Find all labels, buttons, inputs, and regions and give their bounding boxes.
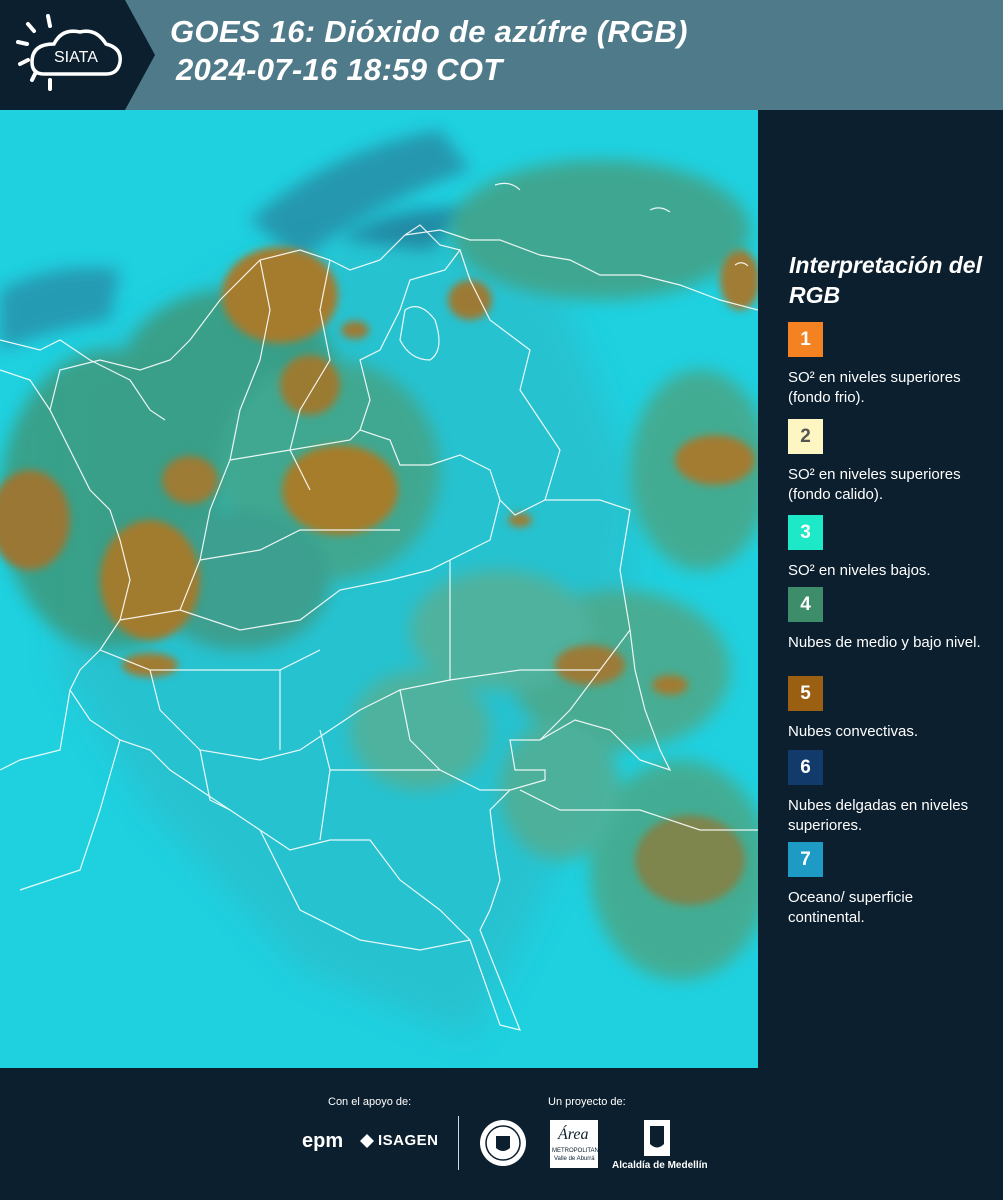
legend-swatch-2: 2 — [788, 419, 823, 454]
isagen-logo-icon — [360, 1134, 374, 1148]
legend-swatch-1: 1 — [788, 322, 823, 357]
legend-swatch-4: 4 — [788, 587, 823, 622]
footer-divider — [458, 1116, 459, 1170]
logo-arrow-shape — [125, 0, 155, 110]
legend-label-2: SO² en niveles superiores (fondo calido)… — [788, 466, 961, 503]
medellin-seal-icon — [478, 1118, 528, 1168]
siata-logo-block: SIATA — [0, 0, 125, 110]
area-logo-text: Área — [558, 1126, 589, 1143]
support-caption: Con el apoyo de: — [328, 1096, 412, 1108]
isagen-logo: ISAGEN — [378, 1132, 439, 1149]
siata-logo: SIATA — [16, 14, 122, 91]
legend-label-4: Nubes de medio y bajo nivel. — [788, 634, 981, 651]
legend-swatch-3: 3 — [788, 515, 823, 550]
legend-label-5: Nubes convectivas. — [788, 723, 919, 740]
page-timestamp: 2024-07-16 18:59 COT — [176, 52, 503, 87]
legend-swatch-6: 6 — [788, 750, 823, 785]
legend-title: Interpretación del RGB — [789, 252, 982, 308]
satellite-map — [0, 110, 758, 1068]
alcaldia-logo-text: Alcaldía de Medellín — [612, 1160, 708, 1171]
svg-text:SIATA: SIATA — [54, 49, 98, 66]
legend-label-6: Nubes delgadas en niveles superiores. — [788, 797, 969, 834]
footer-bar: Con el apoyo de: Un proyecto de: epm ISA… — [0, 1068, 1003, 1200]
legend-label-7: Oceano/ superficie continental. — [788, 889, 914, 926]
alcaldia-crest-icon — [642, 1118, 672, 1158]
area-metropolitana-logo: Área METROPOLITANA Valle de Aburrá — [550, 1120, 603, 1168]
legend-swatch-5: 5 — [788, 676, 823, 711]
header-bar: SIATA GOES 16: Dióxido de azúfre (RGB) 2… — [0, 0, 1003, 110]
area-logo-sub1: METROPOLITANA — [552, 1148, 603, 1154]
legend-panel: Interpretación del RGB 1 SO² en niveles … — [762, 110, 1003, 1068]
legend-label-3: SO² en niveles bajos. — [788, 562, 931, 579]
project-caption: Un proyecto de: — [548, 1096, 626, 1108]
legend-swatch-7: 7 — [788, 842, 823, 877]
page-title: GOES 16: Dióxido de azúfre (RGB) — [170, 14, 688, 49]
legend-label-1: SO² en niveles superiores (fondo frio). — [788, 369, 961, 406]
epm-logo: epm — [302, 1130, 344, 1152]
area-logo-sub2: Valle de Aburrá — [554, 1156, 595, 1162]
